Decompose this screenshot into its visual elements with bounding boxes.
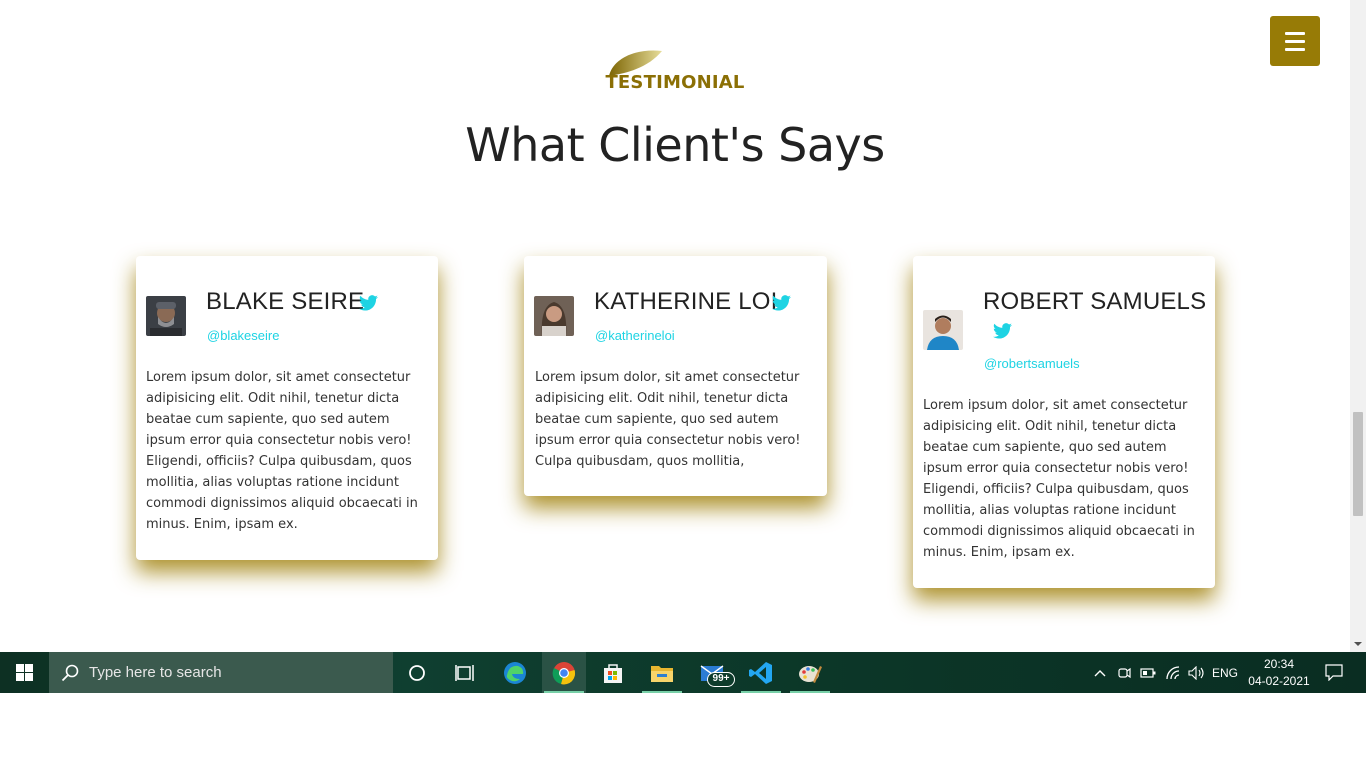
twitter-icon[interactable] bbox=[359, 295, 378, 311]
testimonial-text: Lorem ipsum dolor, sit amet consectetur … bbox=[923, 398, 1195, 560]
avatar bbox=[534, 296, 574, 336]
clock[interactable]: 20:34 04-02-2021 bbox=[1246, 652, 1312, 693]
avatar bbox=[146, 296, 186, 336]
testimonial-card: KATHERINE LOI @katherineloi Lorem ipsum … bbox=[524, 256, 827, 496]
network-button[interactable] bbox=[1162, 652, 1184, 693]
edge-icon bbox=[504, 661, 526, 684]
start-button[interactable] bbox=[0, 652, 49, 693]
search-placeholder: Type here to search bbox=[89, 664, 222, 681]
client-name: KATHERINE LOI bbox=[594, 288, 778, 315]
meet-now-icon bbox=[1118, 667, 1131, 678]
store-button[interactable] bbox=[591, 652, 635, 693]
chevron-up-icon bbox=[1094, 669, 1106, 676]
vscode-icon bbox=[749, 661, 772, 684]
taskbar-search-box[interactable]: Type here to search bbox=[49, 652, 393, 693]
speaker-icon bbox=[1188, 665, 1204, 680]
cortana-icon bbox=[409, 664, 425, 681]
wifi-icon bbox=[1166, 665, 1180, 679]
client-handle-link[interactable]: @katherineloi bbox=[595, 328, 675, 343]
page-scrollbar[interactable] bbox=[1350, 0, 1366, 652]
vscode-button[interactable] bbox=[739, 652, 783, 693]
client-handle-link[interactable]: @robertsamuels bbox=[984, 356, 1080, 371]
edge-button[interactable] bbox=[493, 652, 537, 693]
client-handle-link[interactable]: @blakeseire bbox=[207, 328, 279, 343]
paint-button[interactable] bbox=[788, 652, 832, 693]
page-viewport: TESTIMONIAL What Client's Says BLAKE SEI… bbox=[0, 0, 1350, 652]
section-title: What Client's Says bbox=[465, 118, 885, 172]
testimonial-card: BLAKE SEIRE @blakeseire Lorem ipsum dolo… bbox=[136, 256, 438, 560]
task-view-icon bbox=[455, 664, 474, 681]
mail-badge: 99+ bbox=[707, 672, 735, 687]
twitter-icon[interactable] bbox=[993, 323, 1012, 339]
chrome-icon bbox=[552, 661, 576, 684]
client-name: ROBERT SAMUELS bbox=[983, 288, 1207, 315]
battery-button[interactable] bbox=[1138, 652, 1158, 693]
language-indicator[interactable]: ENG bbox=[1210, 652, 1240, 693]
paint-icon bbox=[799, 665, 822, 683]
chrome-button[interactable] bbox=[542, 652, 586, 693]
action-center-button[interactable] bbox=[1320, 652, 1348, 693]
hamburger-menu-button[interactable] bbox=[1270, 16, 1320, 66]
avatar bbox=[923, 310, 963, 350]
cortana-button[interactable] bbox=[395, 652, 439, 693]
store-icon bbox=[604, 663, 622, 683]
client-name: BLAKE SEIRE bbox=[206, 288, 365, 315]
section-eyebrow: TESTIMONIAL bbox=[605, 72, 745, 93]
volume-button[interactable] bbox=[1186, 652, 1208, 693]
notification-icon bbox=[1325, 664, 1343, 681]
testimonial-text: Lorem ipsum dolor, sit amet consectetur … bbox=[535, 370, 801, 469]
file-explorer-button[interactable] bbox=[640, 652, 684, 693]
meet-now-button[interactable] bbox=[1114, 652, 1134, 693]
task-view-button[interactable] bbox=[443, 652, 487, 693]
scrollbar-thumb[interactable] bbox=[1353, 412, 1363, 516]
testimonial-card: ROBERT SAMUELS @robertsamuels Lorem ipsu… bbox=[913, 256, 1215, 588]
clock-time: 20:34 bbox=[1263, 656, 1295, 671]
twitter-icon[interactable] bbox=[772, 295, 791, 311]
clock-date: 04-02-2021 bbox=[1248, 673, 1310, 688]
show-hidden-icons-button[interactable] bbox=[1090, 652, 1110, 693]
windows-logo-icon bbox=[16, 664, 33, 681]
search-icon bbox=[61, 664, 79, 681]
windows-taskbar: Type here to search ENG 20:34 04-02-2021 bbox=[0, 652, 1366, 693]
battery-icon bbox=[1140, 667, 1156, 678]
testimonial-text: Lorem ipsum dolor, sit amet consectetur … bbox=[146, 370, 418, 532]
file-explorer-icon bbox=[651, 665, 673, 682]
hamburger-icon bbox=[1285, 31, 1305, 35]
scroll-down-arrow-icon[interactable] bbox=[1354, 640, 1362, 648]
